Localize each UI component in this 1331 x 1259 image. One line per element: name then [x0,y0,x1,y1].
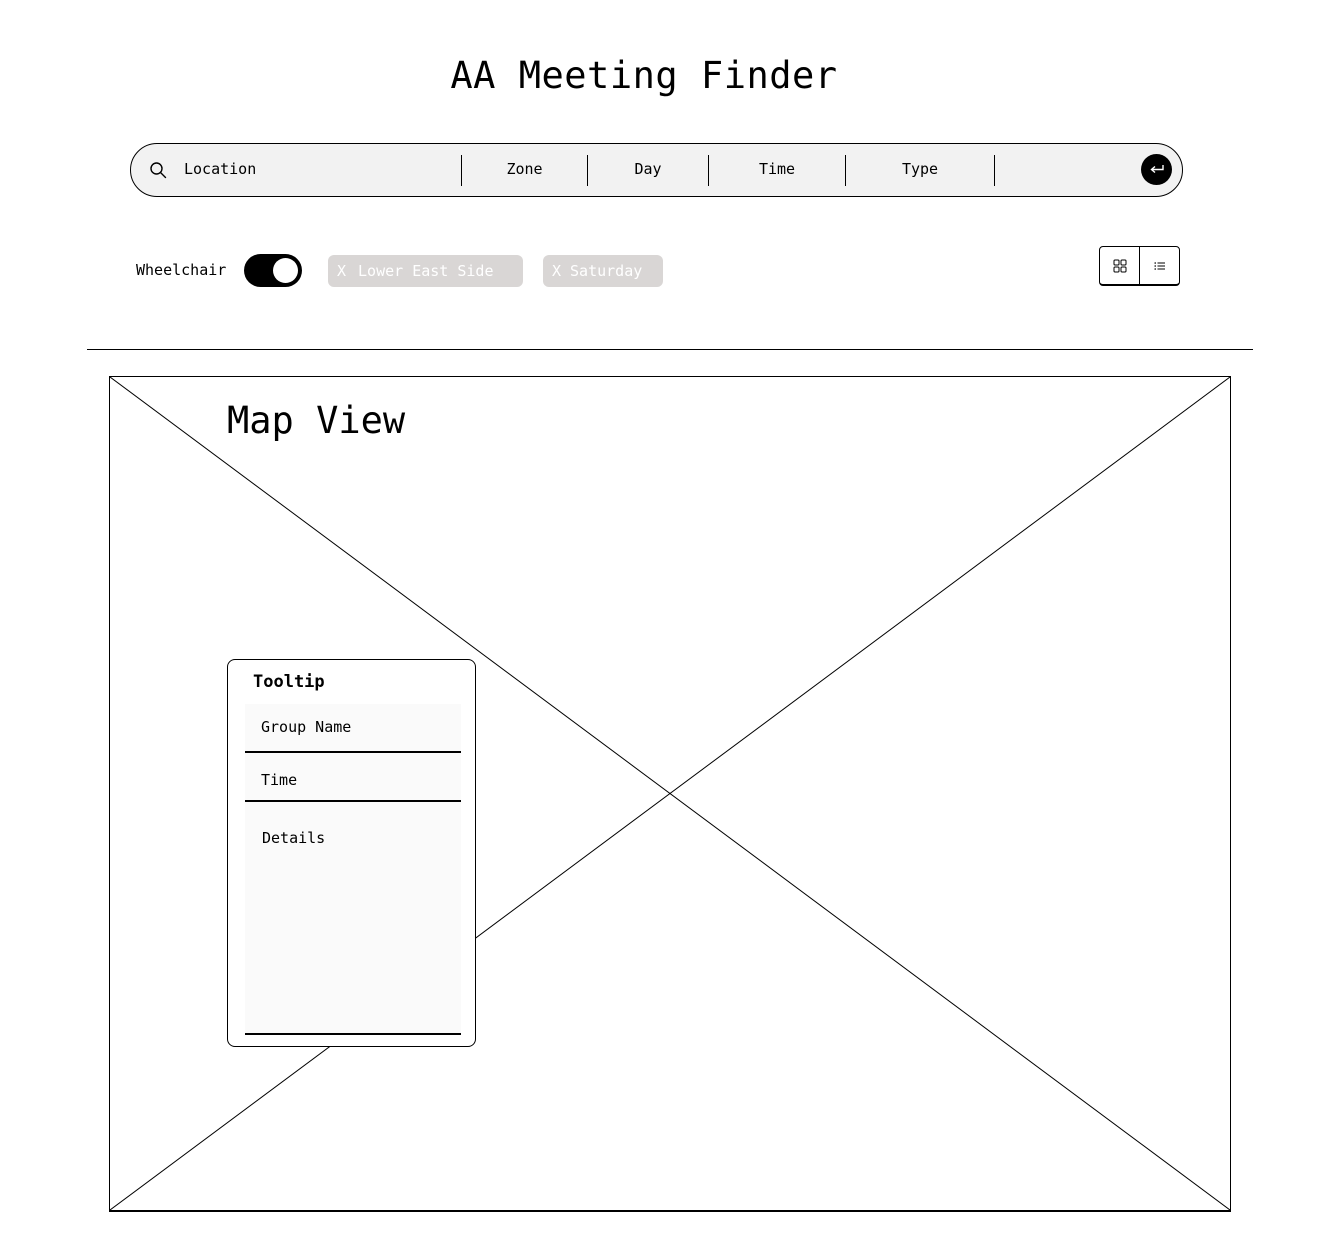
chip-label: Saturday [570,262,643,280]
chip-remove-icon[interactable]: X [552,262,561,280]
map-tooltip: Tooltip Group Name Time Details [227,659,476,1047]
wheelchair-label: Wheelchair [136,261,227,279]
chip-remove-icon[interactable]: X [337,262,346,280]
filter-chip-lower-east-side[interactable]: X Lower East Side [328,255,523,287]
filter-chip-saturday[interactable]: X Saturday [543,255,663,287]
details-label: Details [262,829,326,847]
section-divider [87,349,1253,350]
search-bar: Location Zone Day Time Type [130,143,1183,197]
time-label: Time [261,771,298,789]
page-title: AA Meeting Finder [450,54,838,97]
search-separator [994,155,995,186]
tooltip-title: Tooltip [253,672,325,692]
wheelchair-toggle[interactable] [244,254,302,287]
details-field: Details [245,802,461,1035]
time-field: Time [245,753,461,802]
grid-view-icon [1113,259,1126,272]
toggle-knob [273,258,298,283]
search-icon [150,162,167,179]
view-toggle [1099,246,1180,286]
map-title: Map View [227,399,406,442]
grid-view-button[interactable] [1100,247,1139,284]
type-dropdown[interactable]: Type [846,160,994,178]
enter-icon [1149,164,1164,173]
location-field[interactable]: Location [184,160,256,178]
day-dropdown[interactable]: Day [588,160,708,178]
group-name-label: Group Name [261,718,352,736]
zone-dropdown[interactable]: Zone [462,160,587,178]
chip-label: Lower East Side [358,262,494,280]
time-dropdown[interactable]: Time [709,160,845,178]
list-view-button[interactable] [1139,247,1179,284]
group-name-field: Group Name [245,704,461,753]
map-view[interactable]: Map View Tooltip Group Name Time Details [109,376,1231,1212]
list-view-icon [1153,261,1165,270]
search-submit-button[interactable] [1141,154,1172,185]
